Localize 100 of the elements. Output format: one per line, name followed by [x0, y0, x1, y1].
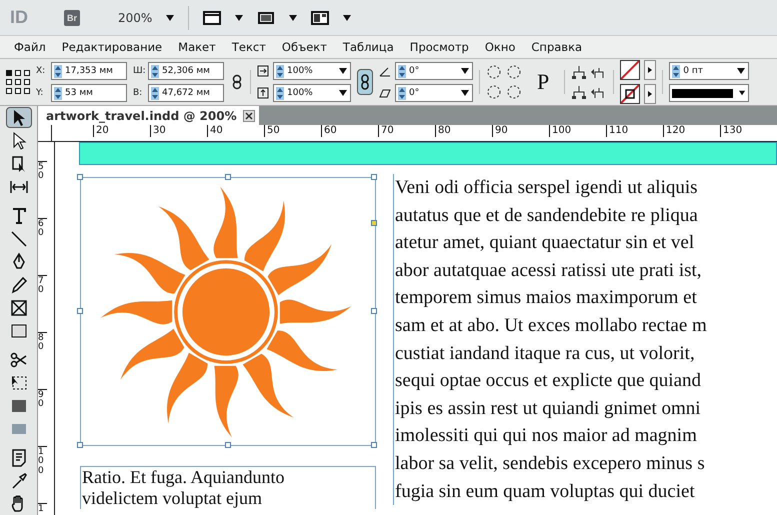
swatch-menu-button[interactable] — [644, 84, 656, 104]
menu-item[interactable]: Таблица — [334, 40, 402, 54]
ruler-label: 20 — [93, 125, 150, 137]
field-label: Y: — [36, 88, 44, 98]
spinner-icon[interactable] — [151, 64, 159, 78]
triangle-right-icon — [648, 91, 652, 97]
spinner-icon[interactable] — [276, 86, 284, 100]
measure-field[interactable]: 53 мм — [51, 84, 127, 102]
spinner-icon[interactable] — [54, 86, 62, 100]
measure-field[interactable]: 47,672 мм — [148, 84, 224, 102]
scale-width-icon — [257, 65, 269, 77]
selection-handle[interactable] — [225, 442, 231, 448]
selection-handle[interactable] — [371, 174, 377, 180]
bridge-button[interactable]: Br — [64, 10, 80, 26]
angle-field[interactable]: 0° — [395, 84, 473, 102]
distribute-bottom-icon[interactable] — [571, 84, 588, 100]
dropdown-arrow-icon[interactable] — [289, 14, 298, 20]
screen-mode-icon[interactable] — [203, 10, 222, 26]
text-line: Veni odi officia serspel igendi ut aliquis — [395, 176, 699, 200]
menu-item[interactable]: Справка — [523, 40, 590, 54]
ruler-label: 50 — [38, 161, 47, 218]
frame-x-icon — [8, 298, 28, 318]
text-frame[interactable] — [393, 174, 707, 506]
ruler-label: 100 — [549, 125, 606, 137]
dropdown-arrow-icon[interactable] — [461, 90, 469, 96]
dropdown-arrow-icon[interactable] — [339, 90, 347, 96]
view-frame-icon[interactable] — [257, 10, 276, 26]
spinner-icon[interactable] — [672, 64, 680, 78]
constrain-proportions-button[interactable] — [357, 69, 373, 95]
ruler-label: 60 — [38, 218, 47, 275]
ruler-label: 70 — [378, 125, 435, 137]
arrange-layout-icon[interactable] — [311, 10, 330, 26]
ruler-label: 50 — [264, 125, 321, 137]
field-label: В: — [133, 88, 144, 98]
selection-handle[interactable] — [77, 308, 83, 314]
chain-link-icon — [361, 74, 369, 90]
ruler-label: 80 — [435, 125, 492, 137]
menu-item[interactable]: Текст — [224, 40, 274, 54]
spinner-icon[interactable] — [398, 64, 406, 78]
ruler-label: 90 — [38, 389, 47, 446]
measure-field[interactable]: 52,306 мм — [148, 62, 224, 80]
selection-handle[interactable] — [225, 174, 231, 180]
fill-swatch[interactable] — [620, 60, 640, 80]
spinner-icon[interactable] — [54, 64, 62, 78]
spinner-icon[interactable] — [398, 86, 406, 100]
paragraph-button[interactable]: P — [528, 68, 558, 96]
flip-horizontal-icon[interactable] — [486, 84, 502, 100]
selection-handle[interactable] — [77, 442, 83, 448]
link-icon[interactable] — [230, 74, 244, 90]
selection-handle[interactable] — [77, 174, 83, 180]
zoom-level[interactable]: 200% — [118, 10, 152, 24]
dropdown-arrow-icon[interactable] — [166, 14, 174, 20]
dropdown-arrow-icon[interactable] — [235, 14, 244, 20]
angle-field[interactable]: 0° — [395, 62, 473, 80]
menu-item[interactable]: Окно — [476, 40, 524, 54]
text-line: custiat iandand itaque ra cus, ut volorit, — [395, 342, 696, 366]
measure-field[interactable]: 17,353 мм — [51, 62, 127, 80]
out-port-handle[interactable] — [371, 220, 377, 226]
dropdown-arrow-icon[interactable] — [343, 14, 352, 20]
scale-field[interactable]: 100% — [273, 62, 351, 80]
flip-vertical-icon[interactable] — [506, 84, 522, 100]
stroke-swatch[interactable] — [620, 84, 640, 104]
selection-handle[interactable] — [371, 442, 377, 448]
menu-item[interactable]: Файл — [6, 40, 54, 54]
ruler-label: 90 — [492, 125, 549, 137]
ruler-label: 70 — [38, 275, 47, 332]
rotate-counterclockwise-icon[interactable] — [506, 64, 522, 80]
document-tab[interactable]: artwork_travel.indd @ 200% — [38, 106, 259, 125]
menu-item[interactable]: Макет — [170, 40, 224, 54]
text-line: autatus que et de sandendebite re pliqua — [395, 204, 699, 228]
spinner-icon[interactable] — [276, 64, 284, 78]
distribute-top-icon[interactable] — [571, 64, 588, 80]
ruler-label: 1 — [38, 503, 47, 515]
selection-handle[interactable] — [371, 308, 377, 314]
scale-field[interactable]: 100% — [273, 84, 351, 102]
stroke-weight-field[interactable]: 0 пт — [669, 62, 750, 80]
spinner-icon[interactable] — [151, 86, 159, 100]
menu-item[interactable]: Объект — [274, 40, 335, 54]
text-line: videlictem voluptat ejum — [82, 488, 263, 509]
menu-item[interactable]: Редактирование — [54, 40, 170, 54]
close-icon[interactable] — [242, 110, 255, 122]
tool-button[interactable] — [6, 107, 32, 128]
reference-point-icon[interactable] — [6, 70, 30, 94]
stroke-type-dropdown[interactable] — [669, 84, 750, 102]
dropdown-arrow-icon[interactable] — [339, 68, 347, 74]
dropdown-arrow-icon[interactable] — [737, 68, 746, 74]
text-line: atetur amet, quiant quaectatur sin et vel — [395, 231, 696, 256]
dropdown-arrow-icon[interactable] — [461, 68, 469, 74]
text-line: sam et at abo. Ut exces mollabo rectae m — [395, 314, 707, 338]
text-line: abor autatquae acessi ratissi ute prati ist, — [395, 258, 703, 283]
ruler-label: 60 — [321, 125, 378, 137]
app-logo: ID — [10, 7, 29, 28]
swatch-menu-button[interactable] — [644, 60, 656, 80]
text-frame[interactable]: Ratio. Et fuga. Aquiandunto videlictem voluptat ejum — [80, 466, 376, 509]
dropdown-arrow-icon[interactable] — [739, 90, 746, 96]
text-line: temporem simus maios maximporum et — [395, 286, 698, 310]
rotate-clockwise-icon[interactable] — [486, 64, 502, 80]
rotation-angle-icon — [379, 65, 391, 77]
ruler-label: 110 — [606, 125, 663, 137]
menu-item[interactable]: Просмотр — [402, 40, 477, 54]
